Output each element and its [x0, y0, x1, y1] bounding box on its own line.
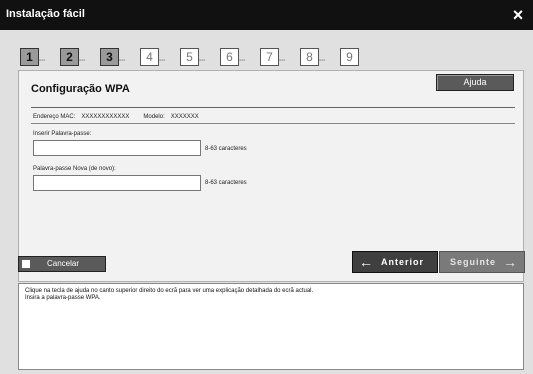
wizard-window: 1 ▫▫▫ 2 ▫▫▫ 3 ▫▫▫ 4 ▫▫▫ 5 ▫▫▫ 6 ▫▫▫ 7 ▫▫▫ 8 ▫▫▫ 9 Config…: [0, 30, 533, 374]
step-number: 6: [220, 48, 239, 66]
new-passphrase-hint: 8-63 caracteres: [205, 180, 247, 186]
next-label: Seguinte: [450, 257, 497, 267]
passphrase-hint: 8-63 caracteres: [205, 146, 247, 152]
step-number: 8: [300, 48, 319, 66]
step-connector: ▫▫▫: [39, 58, 46, 64]
next-button[interactable]: Seguinte →: [439, 251, 525, 273]
step-number: 3: [100, 48, 119, 66]
step-number: 7: [260, 48, 279, 66]
mac-label: Endereço MAC:: [33, 114, 76, 120]
step-connector: ▫▫▫: [239, 58, 246, 64]
arrow-right-icon: →: [503, 254, 517, 270]
mac-value: XXXXXXXXXXXX: [81, 114, 130, 120]
cancel-label: Cancelar: [47, 259, 80, 268]
arrow-left-icon: ←: [359, 254, 373, 270]
help-text: Clique na tecla de ajuda no canto superi…: [25, 288, 313, 302]
step-connector: ▫▫▫: [159, 58, 166, 64]
title-bar: Instalação fácil ×: [0, 0, 533, 30]
new-passphrase-label: Palavra-passe Nova (de novo):: [33, 166, 116, 172]
model-value: XXXXXXX: [170, 114, 199, 120]
window-title: Instalação fácil: [6, 8, 85, 20]
step-number: 5: [180, 48, 199, 66]
panel-title: Configuração WPA: [31, 83, 130, 95]
help-text-line: Insira a palavra-passe WPA.: [25, 295, 101, 301]
close-icon[interactable]: ×: [509, 6, 527, 24]
passphrase-label: Inserir Palavra-passe:: [33, 131, 92, 137]
model-label: Modelo:: [143, 114, 165, 120]
step-connector: ▫▫▫: [119, 58, 126, 64]
help-text-box: Clique na tecla de ajuda no canto superi…: [18, 283, 524, 370]
info-divider: [31, 123, 515, 124]
button-bar: Cancelar ← Anterior Seguinte →: [0, 249, 533, 279]
help-button[interactable]: Ajuda: [436, 74, 514, 91]
device-info: Endereço MAC: XXXXXXXXXXXX Modelo: XXXXXXX: [33, 114, 205, 120]
previous-button[interactable]: ← Anterior: [352, 251, 438, 273]
help-text-line: Clique na tecla de ajuda no canto superi…: [25, 288, 314, 294]
step-connector: ▫▫▫: [79, 58, 86, 64]
cancel-square-icon: [22, 260, 30, 268]
step-connector: ▫▫▫: [319, 58, 326, 64]
step-connector: ▫▫▫: [199, 58, 206, 64]
step-number: 4: [140, 48, 159, 66]
new-passphrase-input[interactable]: [33, 175, 201, 191]
cancel-button[interactable]: Cancelar: [18, 256, 106, 272]
step-number: 1: [20, 48, 39, 66]
step-number: 9: [340, 48, 359, 66]
previous-label: Anterior: [381, 257, 425, 267]
title-divider: [31, 107, 515, 108]
step-number: 2: [60, 48, 79, 66]
step-connector: ▫▫▫: [279, 58, 286, 64]
passphrase-input[interactable]: [33, 140, 201, 156]
